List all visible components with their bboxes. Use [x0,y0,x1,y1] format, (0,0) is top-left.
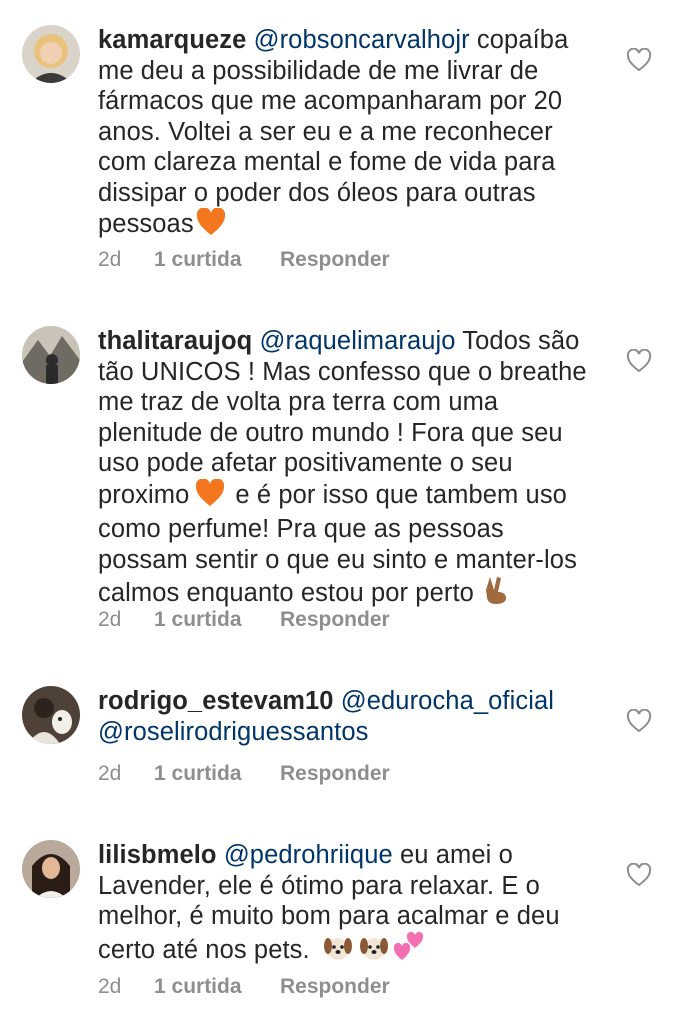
dog-face-emoji [359,934,389,970]
like-heart-icon[interactable] [626,348,652,373]
comment-age: 2d [98,975,122,998]
avatar[interactable] [22,25,80,83]
comment-username[interactable]: rodrigo_estevam10 [98,687,334,715]
comment-likes[interactable]: 1 curtida [154,762,280,786]
comment-username[interactable]: lilisbmelo [98,841,217,869]
orange-heart-emoji [196,207,226,244]
like-heart-icon[interactable] [626,47,652,72]
comment-mention[interactable]: @edurocha_oficial [341,687,554,715]
avatar[interactable] [22,326,80,384]
comment-username[interactable]: kamarqueze [98,26,246,54]
two-hearts-emoji [393,931,425,970]
comment-age: 2d [98,608,122,631]
comment-age: 2d [98,248,122,271]
avatar[interactable] [22,840,80,898]
comment-mention[interactable]: @robsoncarvalhojr [254,26,470,54]
comment-likes[interactable]: 1 curtida [154,608,280,632]
like-heart-icon[interactable] [626,708,652,733]
victory-hand-emoji [482,575,510,613]
comment-likes[interactable]: 1 curtida [154,975,280,999]
dog-face-emoji [323,934,353,970]
comment-age: 2d [98,762,122,785]
avatar[interactable] [22,686,80,744]
reply-button[interactable]: Responder [280,762,390,786]
orange-heart-emoji [195,477,225,515]
reply-button[interactable]: Responder [280,248,390,272]
reply-button[interactable]: Responder [280,608,390,632]
comment-username[interactable]: thalitaraujoq [98,327,252,355]
like-heart-icon[interactable] [626,862,652,887]
comment-mention[interactable]: @roselirodriguessantos [98,718,368,746]
reply-button[interactable]: Responder [280,975,390,999]
comment-text: copaíba me deu a possibilidade de me liv… [98,26,569,238]
comment-mention[interactable]: @pedrohriique [224,841,393,869]
comment-likes[interactable]: 1 curtida [154,248,280,272]
comment-mention[interactable]: @raquelimaraujo [260,327,456,355]
